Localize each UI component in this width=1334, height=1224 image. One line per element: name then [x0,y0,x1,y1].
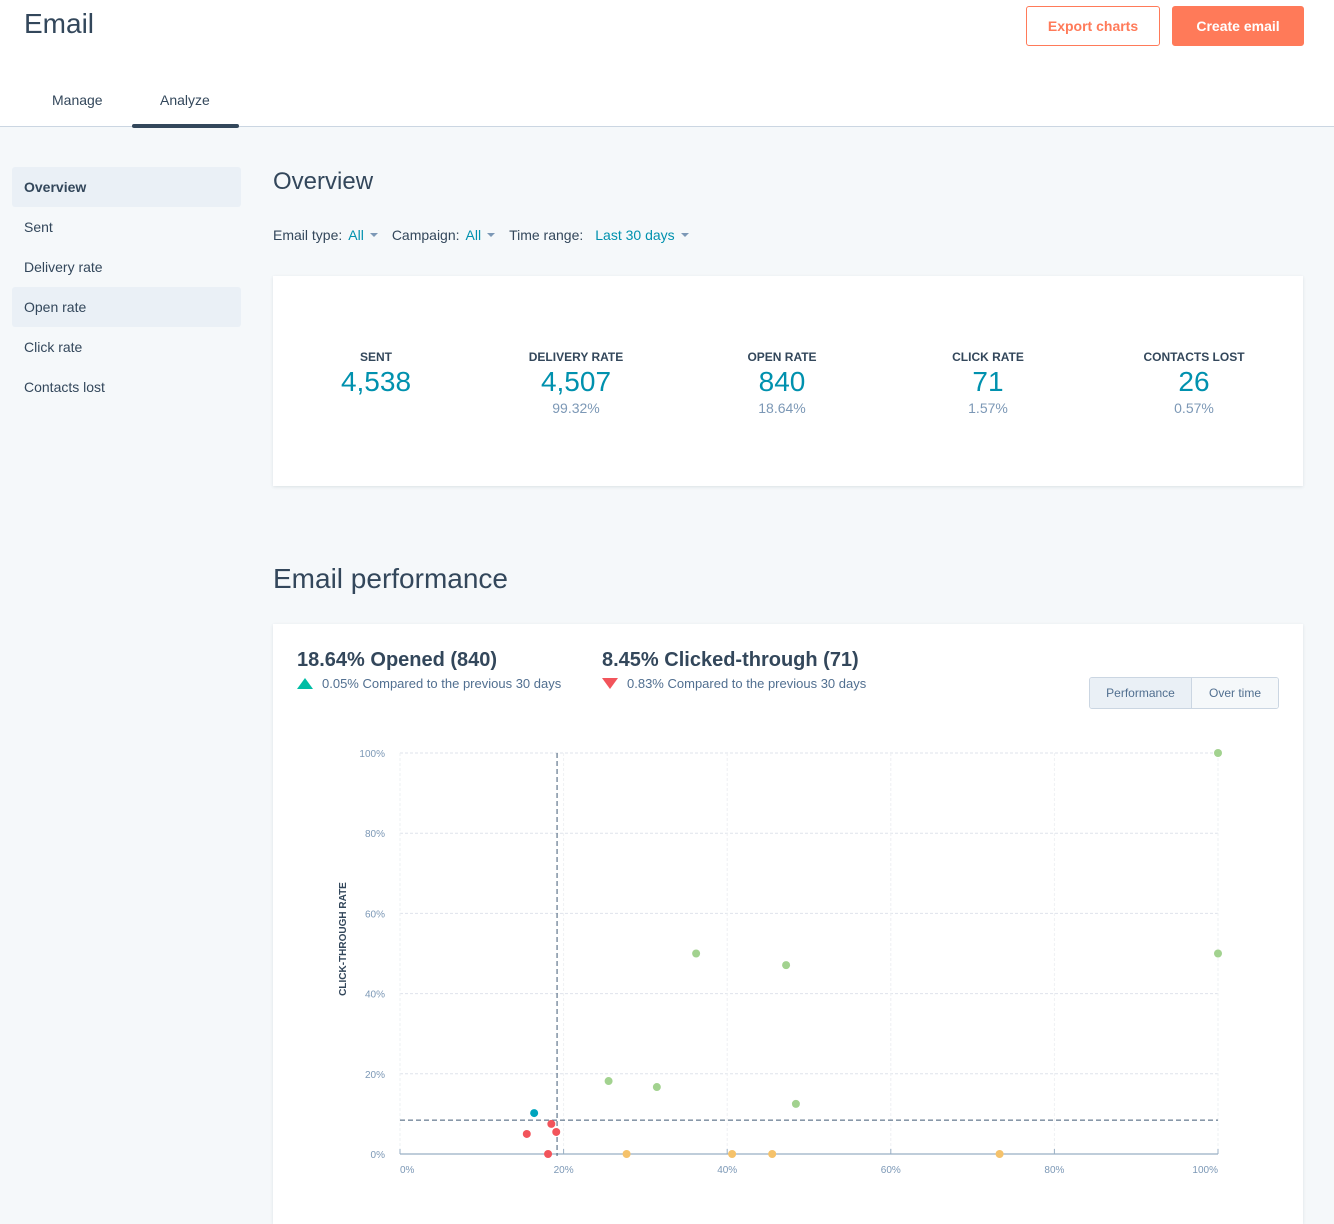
sidebar-item-contacts-lost[interactable]: Contacts lost [12,367,241,407]
stat-label: Click rate [952,350,1024,364]
create-email-button[interactable]: Create email [1172,6,1304,46]
tab-manage[interactable]: Manage [52,92,103,108]
data-point-high[interactable] [791,1099,800,1108]
stat-percentage: 18.64% [758,400,806,416]
export-charts-button[interactable]: Export charts [1026,6,1160,46]
scatter-chart: 0% 20% 40% 60% 80% 100% 0% 20% 40% 60% 80% 100% CLI… [338,749,1222,1176]
data-point-no-clicks[interactable] [995,1150,1004,1158]
x-tick-label: 40% [717,1165,737,1176]
sidebar-item-click-rate[interactable]: Click rate [12,327,241,367]
data-point-low[interactable] [552,1127,561,1136]
email-type-label: Email type: [273,227,343,243]
overview-heading: Overview [273,168,374,195]
filter-bar: Email type: All Campaign: All Time range… [273,227,703,243]
stat-value: 840 [758,366,806,397]
y-tick-label: 40% [365,990,385,1001]
stat-delivery-rate: Delivery rate 4,507 99.32% [473,350,679,416]
y-tick-label: 60% [365,909,385,920]
data-point-high[interactable] [604,1077,613,1086]
chevron-down-icon[interactable] [487,233,496,237]
tab-analyze[interactable]: Analyze [160,92,210,108]
data-point-average[interactable] [530,1109,539,1118]
stat-label: Sent [359,350,392,364]
data-point-high[interactable] [1214,749,1222,757]
stat-percentage: 1.57% [968,400,1008,416]
stat-label: Contacts lost [1143,350,1245,364]
data-point-high[interactable] [1214,949,1222,958]
chevron-down-icon[interactable] [680,233,689,237]
sidebar-item-open-rate[interactable]: Open rate [12,287,241,327]
time-range-dropdown[interactable]: Last 30 days [595,227,674,243]
x-tick-label: 80% [1044,1165,1064,1176]
stat-contacts-lost: Contacts lost 26 0.57% [1091,350,1297,416]
data-point-high[interactable] [652,1083,661,1092]
data-point-high[interactable] [782,961,791,970]
stat-label: Delivery rate [528,350,624,364]
stat-value: 4,507 [540,366,612,397]
y-axis-title: CLICK-THROUGH RATE [338,882,349,996]
stat-percentage: 0.57% [1174,400,1214,416]
email-performance-heading: Email performance [273,563,508,594]
stat-label: Open rate [747,350,817,364]
sidebar-item-delivery-rate[interactable]: Delivery rate [12,247,241,287]
sidebar-item-sent[interactable]: Sent [12,207,241,247]
chevron-down-icon[interactable] [369,233,378,237]
time-range-label: Time range: [509,227,584,243]
campaign-dropdown[interactable]: All [466,227,482,243]
stat-percentage: 99.32% [552,400,600,416]
y-tick-label: 100% [359,749,385,760]
performance-card: 18.64% Opened (840) 0.05% Compared to th… [273,624,1303,1224]
stat-open-rate: Open rate 840 18.64% [679,350,885,416]
stat-value: 4,538 [340,366,412,397]
email-type-dropdown[interactable]: All [348,227,364,243]
stat-value: 71 [972,366,1004,397]
x-tick-label: 0% [400,1165,415,1176]
y-tick-label: 80% [365,829,385,840]
data-point-no-clicks[interactable] [622,1150,631,1158]
data-point-no-clicks[interactable] [768,1150,777,1158]
x-tick-label: 20% [554,1165,574,1176]
active-tab-indicator [132,124,239,128]
stat-value: 26 [1178,366,1210,397]
sidebar-nav: Overview Sent Delivery rate Open rate Cl… [12,167,241,407]
y-tick-label: 0% [371,1150,386,1161]
x-tick-label: 100% [1192,1165,1218,1176]
data-point-low[interactable] [522,1129,531,1138]
sidebar-item-overview[interactable]: Overview [12,167,241,207]
x-tick-label: 60% [881,1165,901,1176]
data-point-high[interactable] [692,949,701,958]
campaign-label: Campaign: [391,227,460,243]
stats-card: Sent 4,538 Delivery rate 4,507 99.32% Op… [273,276,1303,486]
top-header: Email Export charts Create email Manage … [0,0,1334,128]
stat-sent: Sent 4,538 [273,350,479,400]
data-point-low[interactable] [547,1119,556,1128]
data-point-no-clicks[interactable] [728,1150,737,1158]
y-tick-label: 20% [365,1070,385,1081]
page-title: Email [24,8,95,39]
stat-click-rate: Click rate 71 1.57% [885,350,1091,416]
data-point-low[interactable] [544,1150,553,1158]
